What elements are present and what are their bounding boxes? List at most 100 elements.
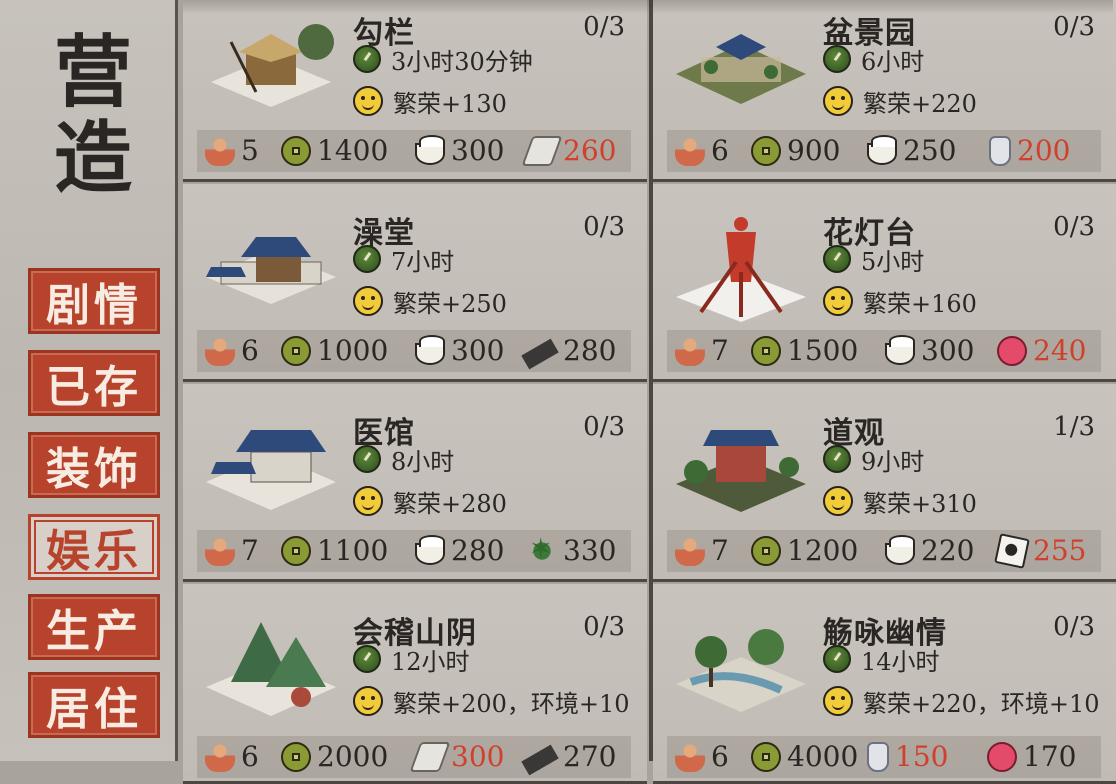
worker-icon	[205, 135, 235, 166]
extra-cost: 170	[1023, 740, 1077, 773]
food-icon	[867, 134, 897, 165]
worker-icon	[675, 741, 705, 772]
coin-icon	[281, 135, 311, 166]
build-time: 8小时	[391, 447, 455, 476]
prosperity-row: 繁荣+310	[823, 484, 977, 518]
build-count: 0/3	[583, 412, 625, 442]
bottle-icon	[867, 741, 889, 772]
clock-icon	[823, 45, 851, 73]
prosperity-row: 繁荣+220，环境+10	[823, 684, 1100, 718]
food-icon	[415, 534, 445, 565]
cloth-icon	[409, 741, 451, 772]
build-time-row: 7小时	[353, 242, 454, 276]
clock-icon	[353, 645, 381, 673]
build-time-row: 3小时30分钟	[353, 42, 533, 76]
top-shadow	[183, 0, 1113, 14]
cost-bar: 6 2000 300 270	[197, 736, 631, 778]
worker-cost: 7	[711, 334, 729, 367]
category-panel: 营造 剧情 已存 装饰 娱乐 生产 居住	[0, 0, 178, 761]
building-card-goulan[interactable]: 勾栏 0/3 3小时30分钟 繁荣+130 5 1400 300 260	[183, 0, 647, 182]
worker-cost: 7	[241, 534, 259, 567]
building-card-shangyong-youqing[interactable]: 觞咏幽情 0/3 14小时 繁荣+220，环境+10 6 4000 150 17…	[653, 584, 1116, 784]
category-residence-button[interactable]: 居住	[28, 672, 160, 738]
coin-cost: 1200	[787, 534, 859, 567]
building-illustration	[201, 412, 341, 522]
material-cost: 240	[1033, 334, 1087, 367]
building-card-zaotang[interactable]: 澡堂 0/3 7小时 繁荣+250 6 1000 300 280	[183, 184, 647, 382]
coin-cost: 1500	[787, 334, 859, 367]
ink-icon	[521, 338, 559, 369]
coin-cost: 1000	[317, 334, 389, 367]
prosperity-icon	[353, 686, 383, 716]
category-stored-button[interactable]: 已存	[28, 350, 160, 416]
worker-cost: 7	[711, 534, 729, 567]
building-illustration	[201, 12, 341, 122]
food-cost: 250	[903, 134, 957, 167]
prosperity-icon	[823, 286, 853, 316]
cost-bar: 7 1200 220 255	[667, 530, 1101, 572]
building-card-kuaiji-shanyin[interactable]: 会稽山阴 0/3 12小时 繁荣+200，环境+10 6 2000 300 27…	[183, 584, 647, 784]
prosperity-row: 繁荣+200，环境+10	[353, 684, 630, 718]
worker-icon	[675, 135, 705, 166]
prosperity-value: 繁荣+160	[863, 289, 977, 318]
worker-cost: 6	[241, 740, 259, 773]
prosperity-icon	[353, 486, 383, 516]
prosperity-icon	[823, 86, 853, 116]
building-card-penjingyuan[interactable]: 盆景园 0/3 6小时 繁荣+220 6 900 250 200	[653, 0, 1116, 182]
coin-icon	[281, 535, 311, 566]
material-cost: 150	[895, 740, 949, 773]
clock-icon	[823, 245, 851, 273]
food-icon	[885, 334, 915, 365]
prosperity-value: 繁荣+200，环境+10	[393, 689, 630, 718]
worker-icon	[675, 535, 705, 566]
prosperity-row: 繁荣+160	[823, 284, 977, 318]
category-story-button[interactable]: 剧情	[28, 268, 160, 334]
build-count: 1/3	[1053, 412, 1095, 442]
column-divider	[649, 0, 653, 761]
ink-icon	[521, 744, 559, 775]
cost-bar: 6 900 250 200	[667, 130, 1101, 172]
coin-icon	[751, 135, 781, 166]
food-cost: 300	[451, 134, 505, 167]
worker-cost: 6	[711, 740, 729, 773]
coin-cost: 900	[787, 134, 841, 167]
build-time-row: 12小时	[353, 642, 470, 676]
coin-cost: 1100	[317, 534, 389, 567]
category-entertainment-button[interactable]: 娱乐	[28, 514, 160, 580]
material-cost: 260	[563, 134, 617, 167]
prosperity-row: 繁荣+130	[353, 84, 507, 118]
cloth-icon	[521, 135, 563, 166]
cost-bar: 7 1500 300 240	[667, 330, 1101, 372]
material-cost: 280	[563, 334, 617, 367]
building-card-daoguan[interactable]: 道观 1/3 9小时 繁荣+310 7 1200 220 255	[653, 384, 1116, 582]
build-count: 0/3	[583, 212, 625, 242]
food-icon	[415, 334, 445, 365]
building-card-huadengtai[interactable]: 花灯台 0/3 5小时 繁荣+160 7 1500 300 240	[653, 184, 1116, 382]
build-count: 0/3	[1053, 212, 1095, 242]
food-cost: 300	[451, 334, 505, 367]
category-production-button[interactable]: 生产	[28, 594, 160, 660]
material-cost: 255	[1033, 534, 1087, 567]
material-cost: 330	[563, 534, 617, 567]
build-count: 0/3	[1053, 612, 1095, 642]
bottle-icon	[989, 135, 1011, 166]
prosperity-row: 繁荣+250	[353, 284, 507, 318]
worker-cost: 6	[711, 134, 729, 167]
coin-icon	[751, 335, 781, 366]
build-time-row: 8小时	[353, 442, 454, 476]
build-time-row: 14小时	[823, 642, 940, 676]
building-illustration	[201, 612, 341, 722]
clock-icon	[353, 445, 381, 473]
worker-cost: 6	[241, 334, 259, 367]
cost-bar: 6 1000 300 280	[197, 330, 631, 372]
food-cost: 300	[921, 334, 975, 367]
cost-bar: 6 4000 150 170	[667, 736, 1101, 778]
cost-bar: 7 1100 280 330	[197, 530, 631, 572]
worker-icon	[205, 741, 235, 772]
material-cost: 200	[1017, 134, 1071, 167]
prosperity-value: 繁荣+310	[863, 489, 977, 518]
category-decoration-button[interactable]: 装饰	[28, 432, 160, 498]
building-card-yiguan[interactable]: 医馆 0/3 8小时 繁荣+280 7 1100 280 330	[183, 384, 647, 582]
build-time: 12小时	[391, 647, 470, 676]
paper-icon	[994, 532, 1030, 569]
